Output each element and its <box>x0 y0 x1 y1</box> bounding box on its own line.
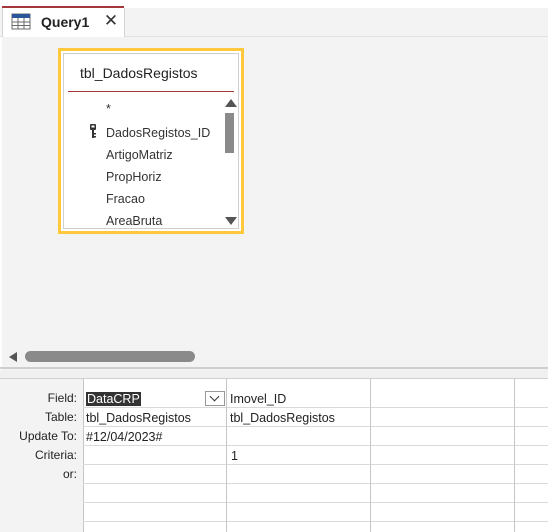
scroll-down-icon[interactable] <box>225 217 237 225</box>
field-fracao[interactable]: Fracao <box>106 192 145 206</box>
update-to-cell-1[interactable]: #12/04/2023# <box>86 430 162 444</box>
table-field-list-body: tbl_DadosRegistos * DadosRegistos_ID Art… <box>63 53 239 229</box>
row-label-or: or: <box>62 467 77 481</box>
table-title[interactable]: tbl_DadosRegistos <box>80 65 198 81</box>
field-prophoriz[interactable]: PropHoriz <box>106 170 162 184</box>
grid-top-bar <box>0 370 548 379</box>
criteria-cell-2[interactable]: 1 <box>231 449 238 463</box>
field-cell-datacrp[interactable]: DataCRP <box>86 392 141 406</box>
row-label-table: Table: <box>44 410 77 424</box>
field-artigomatriz[interactable]: ArtigoMatriz <box>106 148 173 162</box>
row-label-field: Field: <box>47 391 77 405</box>
scroll-thumb[interactable] <box>225 113 234 153</box>
query-design-icon <box>11 13 31 30</box>
field-dropdown-button[interactable] <box>205 391 225 406</box>
close-icon[interactable]: ✕ <box>101 10 121 32</box>
tab-query1[interactable]: Query1 ✕ <box>2 8 125 37</box>
table-field-list[interactable]: tbl_DadosRegistos * DadosRegistos_ID Art… <box>58 48 244 234</box>
field-dadosregistos-id[interactable]: DadosRegistos_ID <box>106 126 210 140</box>
tab-label: Query1 <box>41 14 90 30</box>
row-label-criteria: Criteria: <box>34 448 77 462</box>
row-labels: Field: Table: Update To: Criteria: or: <box>0 379 84 532</box>
grid-column-3[interactable] <box>371 379 515 532</box>
horizontal-scrollbar[interactable] <box>2 348 548 366</box>
row-label-update-to: Update To: <box>19 429 77 443</box>
scroll-left-icon[interactable] <box>9 352 17 362</box>
table-cell-1[interactable]: tbl_DadosRegistos <box>86 411 191 425</box>
grid-column-4[interactable] <box>515 379 548 532</box>
field-cell-imovel-id[interactable]: Imovel_ID <box>230 392 286 406</box>
field-all[interactable]: * <box>106 102 111 116</box>
scroll-up-icon[interactable] <box>225 99 237 107</box>
document-tab-bar: Query1 ✕ <box>0 8 548 37</box>
field-areabruta[interactable]: AreaBruta <box>106 214 162 228</box>
query-design-grid: Field: Table: Update To: Criteria: or: D… <box>0 379 548 532</box>
horizontal-scroll-thumb[interactable] <box>25 351 195 362</box>
title-separator <box>68 91 234 92</box>
primary-key-icon <box>90 124 96 138</box>
table-cell-2[interactable]: tbl_DadosRegistos <box>230 411 335 425</box>
pane-splitter[interactable] <box>0 367 548 369</box>
field-list-scrollbar[interactable] <box>221 96 239 229</box>
